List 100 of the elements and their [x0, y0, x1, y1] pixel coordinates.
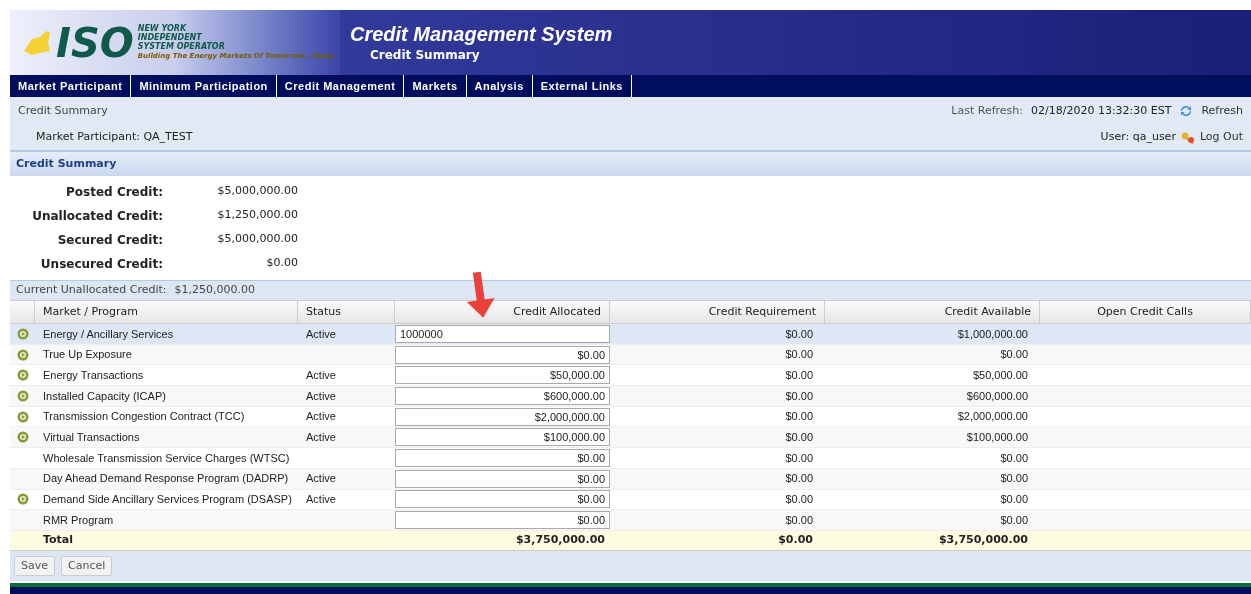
- circle-arrow-icon[interactable]: [16, 369, 29, 382]
- program-name: Virtual Transactions: [42, 430, 141, 446]
- status-cell-text: Active: [305, 367, 337, 383]
- table-row[interactable]: Transmission Congestion Contract (TCC) Active $2,000,000.00 $0.00 $2,000,000.00: [10, 406, 1251, 428]
- credit-available: $0.00: [999, 450, 1029, 466]
- credit-allocated-input[interactable]: $0.00: [395, 511, 610, 530]
- program-name: Demand Side Ancillary Services Program (DSASP): [42, 492, 293, 508]
- credit-requirement: $0.00: [784, 347, 814, 363]
- credit-allocated-input[interactable]: $50,000.00: [395, 366, 610, 385]
- program-name: RMR Program: [42, 512, 115, 528]
- table-row[interactable]: Virtual Transactions Active $100,000.00 $0.00 $100,000.00: [10, 427, 1251, 449]
- column-header: Credit Available: [825, 301, 1040, 323]
- form-button[interactable]: Cancel: [61, 555, 113, 576]
- table-row[interactable]: Day Ahead Demand Response Program (DADRP) Active $0.00 $0.00 $0.00: [10, 468, 1251, 490]
- program-name: Day Ahead Demand Response Program (DADRP): [42, 471, 290, 487]
- user-label: User: qa_user: [1100, 129, 1176, 146]
- credit-requirement: $0.00: [784, 326, 814, 342]
- credit-available: $0.00: [999, 492, 1029, 508]
- credit-requirement: $0.00: [784, 471, 814, 487]
- column-header: Market / Program: [35, 301, 298, 323]
- credit-allocated-input[interactable]: 1000000: [395, 324, 610, 343]
- table-row[interactable]: RMR Program $0.00 $0.00 $0.00: [10, 510, 1251, 531]
- form-button[interactable]: Save: [14, 555, 55, 576]
- current-unallocated-label: Current Unallocated Credit:: [16, 282, 167, 299]
- credit-requirement: $0.00: [784, 492, 814, 508]
- status-cell-text: Active: [305, 430, 337, 446]
- table-row[interactable]: Wholesale Transmission Service Charges (WTSC) $0.00 $0.00 $0.00: [10, 448, 1251, 469]
- column-header: Open Credit Calls: [1040, 301, 1251, 323]
- credit-requirement: $0.00: [784, 367, 814, 383]
- circle-arrow-icon[interactable]: [16, 431, 29, 444]
- credit-allocated-input[interactable]: $0.00: [395, 345, 610, 364]
- logo-org-name: INDEPENDENT: [137, 33, 203, 42]
- state-map-icon: [22, 28, 52, 57]
- status-cell-text: Active: [305, 409, 337, 425]
- program-name: Installed Capacity (ICAP): [42, 388, 167, 404]
- last-refresh-time: 02/18/2020 13:32:30 EST: [1031, 102, 1172, 119]
- credit-available: $0.00: [999, 471, 1029, 487]
- credit-available: $100,000.00: [965, 430, 1029, 446]
- credit-allocated-input[interactable]: $0.00: [395, 490, 610, 509]
- circle-arrow-icon[interactable]: [16, 410, 29, 423]
- program-name: True Up Exposure: [42, 347, 133, 363]
- program-name: Energy Transactions: [42, 367, 145, 383]
- credit-available: $2,000,000.00: [956, 409, 1029, 425]
- credit-allocated-input[interactable]: $600,000.00: [395, 386, 610, 405]
- summary-label: Unallocated Credit:: [31, 208, 163, 225]
- summary-value: $5,000,000.00: [216, 183, 298, 199]
- circle-arrow-icon[interactable]: [16, 493, 29, 506]
- summary-label: Unsecured Credit:: [39, 256, 163, 273]
- market-participant: Market Participant: QA_TEST: [36, 129, 193, 146]
- total-available: $3,750,000.00: [937, 532, 1029, 549]
- last-refresh-label: Last Refresh:: [951, 102, 1023, 119]
- total-label: Total: [42, 532, 75, 549]
- logo-org-name: NEW YORK: [137, 24, 188, 33]
- program-name: Wholesale Transmission Service Charges (WTSC): [42, 450, 291, 466]
- table-row[interactable]: Demand Side Ancillary Services Program (DSASP) Active $0.00 $0.00 $0.00: [10, 489, 1251, 511]
- circle-arrow-icon[interactable]: [16, 348, 29, 361]
- credit-allocated-input[interactable]: $100,000.00: [395, 428, 610, 447]
- summary-value: $0.00: [265, 255, 298, 271]
- table-row[interactable]: Energy / Ancillary Services Active 1000000 $0.00 $1,000,000.00: [10, 324, 1251, 345]
- credit-allocated-input[interactable]: $0.00: [395, 469, 610, 488]
- credit-requirement: $0.00: [784, 388, 814, 404]
- program-name: Transmission Congestion Contract (TCC): [42, 409, 246, 425]
- refresh-icon[interactable]: [1179, 104, 1194, 118]
- status-cell-text: Active: [305, 326, 337, 342]
- summary-label: Secured Credit:: [56, 232, 163, 249]
- table-row[interactable]: Installed Capacity (ICAP) Active $600,000.00 $0.00 $600,000.00: [10, 386, 1251, 407]
- refresh-link[interactable]: Refresh: [1201, 102, 1243, 120]
- summary-value: $5,000,000.00: [216, 231, 298, 247]
- app-title: Credit Management System: [350, 21, 613, 46]
- credit-requirement: $0.00: [784, 512, 814, 528]
- page-subtitle: Credit Summary: [369, 46, 481, 64]
- credit-available: $50,000.00: [971, 367, 1029, 383]
- credit-requirement: $0.00: [784, 450, 814, 466]
- credit-available: $0.00: [999, 512, 1029, 528]
- logo-org-name: SYSTEM OPERATOR: [137, 42, 226, 51]
- table-row[interactable]: Energy Transactions Active $50,000.00 $0.00 $50,000.00: [10, 365, 1251, 387]
- total-requirement: $0.00: [777, 532, 814, 549]
- program-name: Energy / Ancillary Services: [42, 326, 175, 342]
- column-header: Credit Requirement: [610, 301, 825, 323]
- table-row[interactable]: True Up Exposure $0.00 $0.00 $0.00: [10, 344, 1251, 366]
- status-cell-text: Active: [305, 388, 337, 404]
- section-header: Credit Summary: [10, 152, 1251, 176]
- summary-value: $1,250,000.00: [216, 207, 298, 223]
- total-allocated: $3,750,000.00: [514, 532, 606, 549]
- circle-arrow-icon[interactable]: [16, 327, 29, 340]
- credit-allocated-input[interactable]: $0.00: [395, 448, 610, 467]
- logo-mark: ISO: [56, 22, 134, 63]
- circle-arrow-icon[interactable]: [16, 389, 29, 402]
- status-cell-text: Active: [305, 471, 337, 487]
- credit-available: $600,000.00: [965, 388, 1029, 404]
- credit-available: $0.00: [999, 347, 1029, 363]
- credit-allocated-input[interactable]: $2,000,000.00: [395, 407, 610, 426]
- current-unallocated-value: $1,250,000.00: [174, 282, 256, 299]
- status-cell-text: Active: [305, 492, 337, 508]
- log-out-link[interactable]: Log Out: [1199, 129, 1243, 146]
- column-header: Status: [298, 301, 395, 323]
- summary-label: Posted Credit:: [65, 184, 163, 201]
- breadcrumb: Credit Summary: [18, 102, 108, 119]
- credit-available: $1,000,000.00: [956, 326, 1029, 342]
- credit-requirement: $0.00: [784, 430, 814, 446]
